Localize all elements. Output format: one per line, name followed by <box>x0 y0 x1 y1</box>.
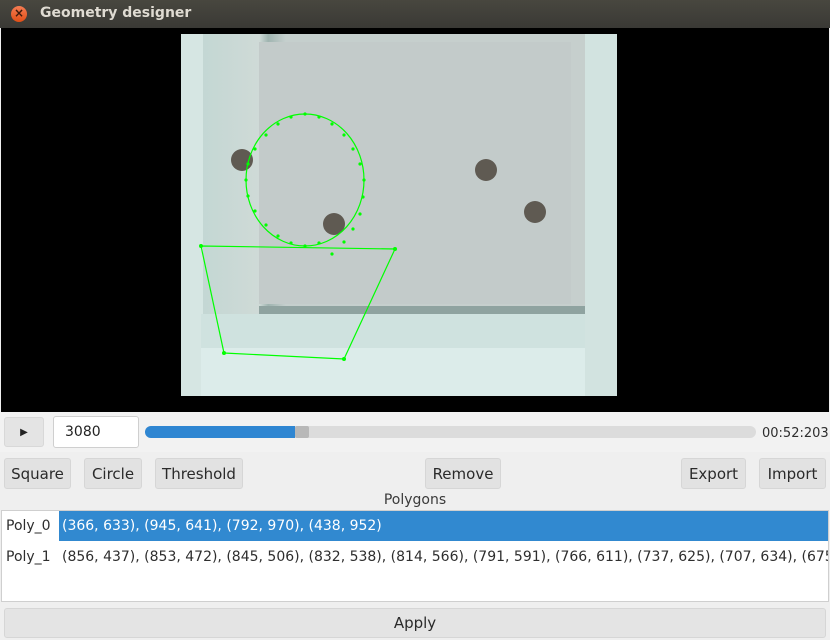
object-disc <box>231 149 253 171</box>
seek-bar-fill <box>145 426 295 438</box>
title-bar: × Geometry designer <box>0 0 830 28</box>
tank-floor-edge <box>259 306 585 314</box>
remove-button[interactable]: Remove <box>425 458 501 489</box>
list-item-poly-0[interactable]: Poly_0 (366, 633), (945, 641), (792, 970… <box>2 511 828 541</box>
list-item-poly-1[interactable]: Poly_1 (856, 437), (853, 472), (845, 506… <box>2 542 829 572</box>
tank-right-wall <box>585 34 617 396</box>
tank-left-wall <box>181 34 203 396</box>
window-title: Geometry designer <box>40 5 192 21</box>
object-disc <box>524 201 546 223</box>
apply-button[interactable]: Apply <box>4 608 826 638</box>
play-button[interactable]: ▶ <box>4 417 44 447</box>
seek-bar[interactable] <box>145 426 756 438</box>
export-button[interactable]: Export <box>681 458 746 489</box>
polygon-coords: (366, 633), (945, 641), (792, 970), (438… <box>62 518 382 534</box>
video-frame <box>181 34 617 396</box>
threshold-button[interactable]: Threshold <box>155 458 243 489</box>
timecode: 00:52:203 <box>762 426 829 441</box>
polygon-name: Poly_1 <box>6 549 51 565</box>
square-button[interactable]: Square <box>4 458 71 489</box>
polygons-header: Polygons <box>383 492 447 508</box>
object-disc <box>475 159 497 181</box>
import-button[interactable]: Import <box>759 458 826 489</box>
polygons-list[interactable]: Poly_0 (366, 633), (945, 641), (792, 970… <box>1 510 829 602</box>
play-icon: ▶ <box>20 426 28 438</box>
circle-button[interactable]: Circle <box>84 458 142 489</box>
polygon-name: Poly_0 <box>6 518 51 534</box>
tank-back-panel <box>259 42 571 304</box>
frame-number-input[interactable] <box>53 416 139 448</box>
polygon-coords: (856, 437), (853, 472), (845, 506), (832… <box>62 549 829 565</box>
video-viewer[interactable] <box>1 28 829 412</box>
seek-bar-handle[interactable] <box>295 426 309 438</box>
close-icon[interactable]: × <box>11 6 27 22</box>
